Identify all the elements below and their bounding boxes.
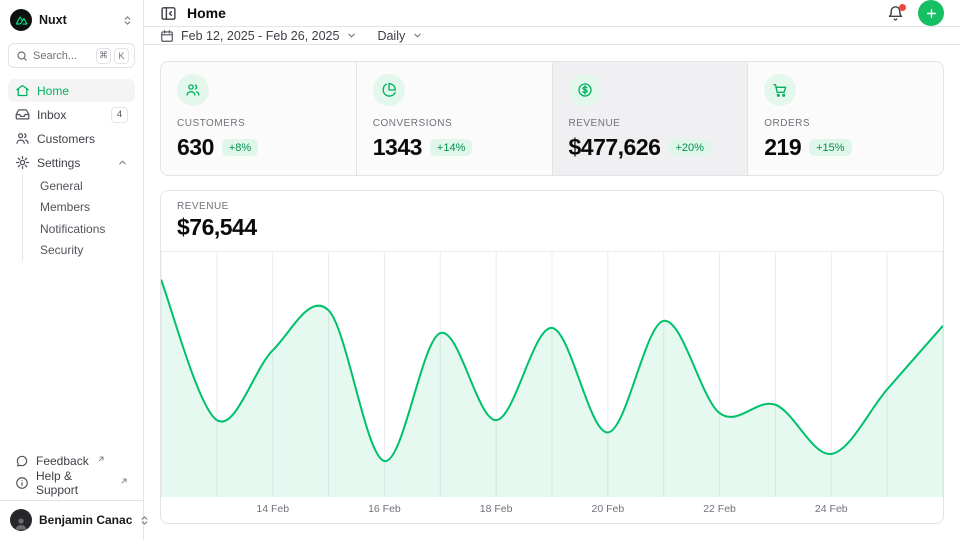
stat-delta-badge: +15% [809, 139, 851, 156]
team-name: Nuxt [39, 13, 67, 27]
user-name: Benjamin Canac [39, 513, 132, 527]
inbox-count-badge: 4 [111, 107, 128, 123]
content: CUSTOMERS 630 +8% CONVERSIONS 1343 +14% [144, 45, 960, 540]
topbar: Home [144, 0, 960, 27]
x-axis-tick: 24 Feb [815, 503, 848, 515]
external-link-icon [97, 455, 105, 463]
sidebar-footer: Feedback Help & Support [0, 446, 143, 496]
revenue-chart-svg [161, 251, 943, 497]
stat-value: $477,626 [569, 134, 661, 161]
sub-item-label: Notifications [40, 222, 105, 236]
gear-icon [15, 155, 30, 170]
stat-value: 1343 [373, 134, 422, 161]
kbd-k: K [114, 48, 129, 64]
stat-label: ORDERS [764, 118, 927, 129]
shopping-cart-icon [764, 74, 796, 106]
sidebar-item-label: Inbox [37, 108, 66, 122]
stat-card-conversions[interactable]: CONVERSIONS 1343 +14% [356, 62, 552, 175]
inbox-icon [15, 107, 30, 122]
chart-title: REVENUE [177, 201, 927, 212]
sidebar-item-home[interactable]: Home [8, 79, 135, 102]
stat-label: REVENUE [569, 118, 732, 129]
notifications-button[interactable] [887, 5, 904, 22]
chart-total-value: $76,544 [177, 214, 927, 241]
sidebar-nav: Home Inbox 4 Customers Settings [0, 75, 143, 446]
sidebar: Nuxt ⌘ K Home [0, 0, 144, 540]
users-icon [177, 74, 209, 106]
x-axis-tick: 18 Feb [480, 503, 513, 515]
sidebar-collapse-icon[interactable] [160, 5, 177, 22]
circle-dollar-icon [569, 74, 601, 106]
search-shortcut: ⌘ K [96, 48, 129, 64]
settings-subtree: General Members Notifications Security [22, 175, 135, 261]
sidebar-item-members[interactable]: Members [23, 197, 135, 219]
chart-header: REVENUE $76,544 [161, 191, 943, 251]
team-selector[interactable]: Nuxt [0, 0, 143, 38]
nuxt-logo-icon [10, 9, 32, 31]
stat-value: 630 [177, 134, 214, 161]
sidebar-item-security[interactable]: Security [23, 240, 135, 262]
page-title: Home [187, 5, 226, 21]
users-icon [15, 131, 30, 146]
sidebar-item-notifications[interactable]: Notifications [23, 218, 135, 240]
x-axis-tick: 14 Feb [256, 503, 289, 515]
stat-label: CUSTOMERS [177, 118, 340, 129]
info-circle-icon [15, 476, 29, 490]
stat-delta-badge: +14% [430, 139, 472, 156]
period-label: Daily [377, 29, 405, 43]
period-select[interactable]: Daily [377, 29, 423, 43]
external-link-icon [120, 477, 128, 485]
help-support-link[interactable]: Help & Support [8, 472, 135, 494]
stat-label: CONVERSIONS [373, 118, 536, 129]
chart-plot-area[interactable] [161, 251, 943, 497]
stat-value: 219 [764, 134, 801, 161]
sidebar-item-settings[interactable]: Settings [8, 151, 135, 174]
avatar [10, 509, 32, 531]
feedback-label: Feedback [36, 454, 89, 468]
sidebar-item-inbox[interactable]: Inbox 4 [8, 103, 135, 126]
plus-icon [925, 7, 938, 20]
search-icon [16, 50, 28, 62]
sidebar-item-customers[interactable]: Customers [8, 127, 135, 150]
x-axis-tick: 20 Feb [591, 503, 624, 515]
sidebar-item-label: Settings [37, 156, 80, 170]
sub-item-label: Members [40, 200, 90, 214]
sidebar-item-general[interactable]: General [23, 175, 135, 197]
message-icon [15, 454, 29, 468]
chevrons-up-down-icon [122, 15, 133, 26]
main-area: Home Feb 12, 2025 - Feb 26, 2025 [144, 0, 960, 540]
x-axis-tick: 22 Feb [703, 503, 736, 515]
chevron-up-icon [117, 157, 128, 168]
kbd-cmd: ⌘ [96, 48, 111, 64]
chart-pie-icon [373, 74, 405, 106]
stat-card-customers[interactable]: CUSTOMERS 630 +8% [161, 62, 356, 175]
notification-dot [899, 4, 906, 11]
sidebar-item-label: Customers [37, 132, 95, 146]
dashboard-app: Nuxt ⌘ K Home [0, 0, 960, 540]
topbar-actions [887, 0, 944, 26]
add-button[interactable] [918, 0, 944, 26]
x-axis-tick: 16 Feb [368, 503, 401, 515]
sub-item-label: Security [40, 243, 83, 257]
search-input-wrap[interactable]: ⌘ K [8, 43, 135, 68]
stat-card-orders[interactable]: ORDERS 219 +15% [747, 62, 943, 175]
date-range-label: Feb 12, 2025 - Feb 26, 2025 [181, 29, 339, 43]
date-range-picker[interactable]: Feb 12, 2025 - Feb 26, 2025 [160, 29, 357, 43]
chevron-down-icon [346, 30, 357, 41]
chevron-down-icon [412, 30, 423, 41]
revenue-chart-card: REVENUE $76,544 14 Feb 16 Feb 18 Feb 20 Feb… [160, 190, 944, 524]
sub-item-label: General [40, 179, 83, 193]
stats-row: CUSTOMERS 630 +8% CONVERSIONS 1343 +14% [160, 61, 944, 176]
chart-x-axis: 14 Feb 16 Feb 18 Feb 20 Feb 22 Feb 24 Feb [161, 497, 943, 523]
filter-bar: Feb 12, 2025 - Feb 26, 2025 Daily [144, 27, 960, 45]
stat-card-revenue[interactable]: REVENUE $477,626 +20% [552, 62, 748, 175]
stat-delta-badge: +20% [668, 139, 710, 156]
stat-delta-badge: +8% [222, 139, 258, 156]
search-input[interactable] [33, 50, 83, 62]
calendar-icon [160, 29, 174, 43]
sidebar-item-label: Home [37, 84, 69, 98]
home-icon [15, 83, 30, 98]
help-support-label: Help & Support [36, 469, 112, 497]
user-menu[interactable]: Benjamin Canac [0, 501, 143, 540]
